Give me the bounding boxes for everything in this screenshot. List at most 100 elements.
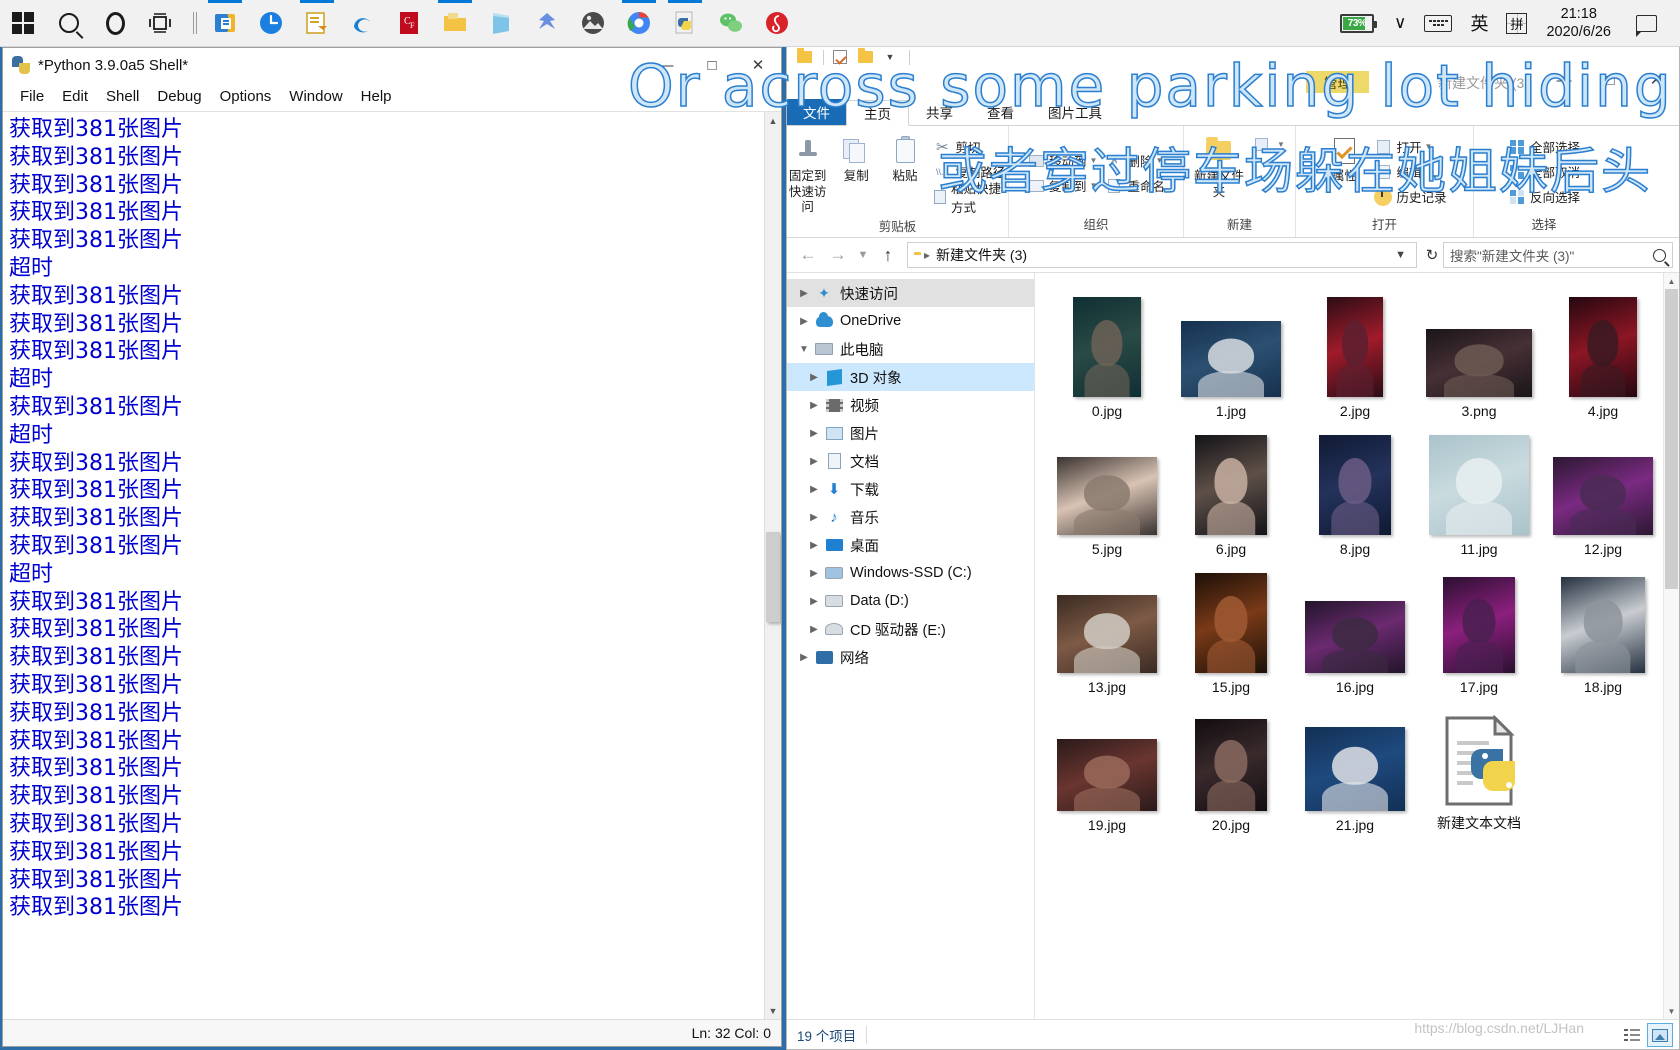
menu-help[interactable]: Help: [352, 88, 401, 105]
touch-keyboard-button[interactable]: [1415, 0, 1461, 47]
clock-app-icon[interactable]: [248, 0, 294, 47]
qat-new-folder-icon[interactable]: [854, 46, 876, 68]
chevron-down-icon-3[interactable]: ▼: [1155, 156, 1163, 165]
sticky-notes-icon[interactable]: [294, 0, 340, 47]
chevron-down-icon-4[interactable]: ▼: [1277, 140, 1285, 149]
properties-button[interactable]: 属性: [1318, 130, 1370, 185]
edit-button[interactable]: 编辑: [1370, 159, 1450, 184]
menu-file[interactable]: File: [11, 88, 53, 105]
file-tile[interactable]: 18.jpg: [1541, 557, 1665, 695]
chevron-down-icon[interactable]: ▼: [795, 344, 813, 355]
ime-language-button[interactable]: 英: [1461, 0, 1497, 47]
nav-item-2[interactable]: ▼ 此电脑: [787, 335, 1034, 363]
chevron-down-icon-2[interactable]: ▼: [1090, 181, 1098, 190]
chevron-right-icon[interactable]: ▶: [805, 624, 823, 635]
search-input[interactable]: 搜索"新建文件夹 (3)": [1443, 242, 1673, 268]
menu-debug[interactable]: Debug: [148, 88, 210, 105]
file-tile[interactable]: 0.jpg: [1045, 281, 1169, 419]
tab-share[interactable]: 共享: [909, 99, 970, 125]
tab-picture-tools[interactable]: 图片工具: [1031, 99, 1119, 125]
new-folder-button[interactable]: 新建文件夹: [1190, 130, 1248, 200]
copy-to-button[interactable]: 复制到 ▼: [1023, 173, 1101, 198]
file-tile[interactable]: 19.jpg: [1045, 695, 1169, 833]
chevron-right-icon[interactable]: ▶: [805, 512, 823, 523]
chevron-right-icon[interactable]: ▶: [805, 372, 823, 383]
file-tile[interactable]: 17.jpg: [1417, 557, 1541, 695]
netease-music-icon[interactable]: [754, 0, 800, 47]
chevron-right-icon[interactable]: ▶: [805, 456, 823, 467]
action-center-button[interactable]: [1621, 0, 1672, 47]
chevron-right-icon[interactable]: ▶: [805, 568, 823, 579]
nav-item-5[interactable]: ▶ 图片: [787, 419, 1034, 447]
qat-customize-icon[interactable]: ▼: [879, 46, 901, 68]
recent-locations-button[interactable]: ▼: [853, 240, 873, 270]
thumbnails-view-button[interactable]: [1647, 1023, 1673, 1047]
chevron-down-icon[interactable]: ▼: [1090, 156, 1098, 165]
refresh-button[interactable]: ↻: [1421, 242, 1443, 268]
open-button[interactable]: 打开 ▼: [1370, 134, 1450, 159]
qat-properties-icon[interactable]: [829, 46, 851, 68]
contextual-tab-manage[interactable]: 管理: [1306, 71, 1369, 93]
cortana-icon[interactable]: [92, 0, 138, 47]
nav-item-12[interactable]: ▶ CD 驱动器 (E:): [787, 615, 1034, 643]
file-tile[interactable]: 21.jpg: [1293, 695, 1417, 833]
tray-expand-button[interactable]: ∨: [1385, 0, 1415, 47]
tab-file[interactable]: 文件: [787, 99, 846, 125]
battery-status[interactable]: 73%: [1331, 0, 1385, 47]
forward-button[interactable]: →: [823, 240, 853, 270]
start-button[interactable]: [0, 0, 46, 47]
shell-scrollbar[interactable]: ▲ ▼: [764, 112, 781, 1019]
menu-edit[interactable]: Edit: [53, 88, 97, 105]
file-tile[interactable]: 8.jpg: [1293, 419, 1417, 557]
history-button[interactable]: 历史记录: [1370, 184, 1450, 209]
delete-button[interactable]: ✗ 删除 ▼: [1101, 148, 1169, 173]
shell-maximize-button[interactable]: □: [689, 50, 735, 80]
nav-item-6[interactable]: ▶ 文档: [787, 447, 1034, 475]
nav-item-9[interactable]: ▶ 桌面: [787, 531, 1034, 559]
chrome-icon[interactable]: [616, 0, 662, 47]
office-icon[interactable]: [202, 0, 248, 47]
shell-output[interactable]: 获取到381张图片 获取到381张图片 获取到381张图片 获取到381张图片 获取到3…: [3, 112, 764, 1019]
notebook-icon[interactable]: [478, 0, 524, 47]
python-idle-icon[interactable]: [662, 0, 708, 47]
file-explorer-icon[interactable]: [432, 0, 478, 47]
qat-folder-icon[interactable]: [793, 46, 815, 68]
file-tile[interactable]: 11.jpg: [1417, 419, 1541, 557]
file-tile[interactable]: 15.jpg: [1169, 557, 1293, 695]
explorer-minimize-button[interactable]: —: [1541, 65, 1587, 95]
scroll-down-arrow[interactable]: ▼: [765, 1002, 781, 1019]
file-tile[interactable]: 新建文本文档: [1417, 695, 1541, 833]
paste-shortcut-button[interactable]: 粘贴快捷方式: [929, 182, 1011, 215]
file-tile[interactable]: 2.jpg: [1293, 281, 1417, 419]
scroll-up-arrow[interactable]: ▲: [765, 112, 781, 129]
nav-item-13[interactable]: ▶ 网络: [787, 643, 1034, 671]
nav-item-7[interactable]: ▶ ⬇ 下载: [787, 475, 1034, 503]
file-tile[interactable]: 20.jpg: [1169, 695, 1293, 833]
ime-pinyin-button[interactable]: 拼: [1497, 0, 1536, 47]
up-button[interactable]: ↑: [873, 240, 903, 270]
file-scroll-down[interactable]: ▼: [1664, 1003, 1679, 1019]
photos-icon[interactable]: [570, 0, 616, 47]
menu-shell[interactable]: Shell: [97, 88, 148, 105]
file-scrollbar[interactable]: ▲ ▼: [1663, 273, 1679, 1019]
move-to-button[interactable]: 移动到 ▼: [1023, 148, 1101, 173]
scroll-thumb[interactable]: [766, 532, 780, 622]
tab-view[interactable]: 查看: [970, 99, 1031, 125]
explorer-maximize-button[interactable]: □: [1587, 65, 1633, 95]
select-none-button[interactable]: 全部取消: [1504, 159, 1584, 184]
new-item-button[interactable]: ▼: [1248, 132, 1289, 157]
nav-item-10[interactable]: ▶ Windows-SSD (C:): [787, 559, 1034, 587]
file-tile[interactable]: 4.jpg: [1541, 281, 1665, 419]
chevron-right-icon[interactable]: ▶: [795, 316, 813, 327]
details-view-button[interactable]: [1619, 1023, 1645, 1047]
nav-item-3[interactable]: ▶ 3D 对象: [787, 363, 1034, 391]
task-view-icon[interactable]: [138, 0, 184, 47]
file-tile[interactable]: 6.jpg: [1169, 419, 1293, 557]
wechat-icon[interactable]: [708, 0, 754, 47]
edge-icon[interactable]: [340, 0, 386, 47]
chevron-right-icon[interactable]: ▶: [805, 596, 823, 607]
nav-item-8[interactable]: ▶ ♪ 音乐: [787, 503, 1034, 531]
nav-item-1[interactable]: ▶ OneDrive: [787, 307, 1034, 335]
nav-item-11[interactable]: ▶ Data (D:): [787, 587, 1034, 615]
foxit-icon[interactable]: CF: [386, 0, 432, 47]
